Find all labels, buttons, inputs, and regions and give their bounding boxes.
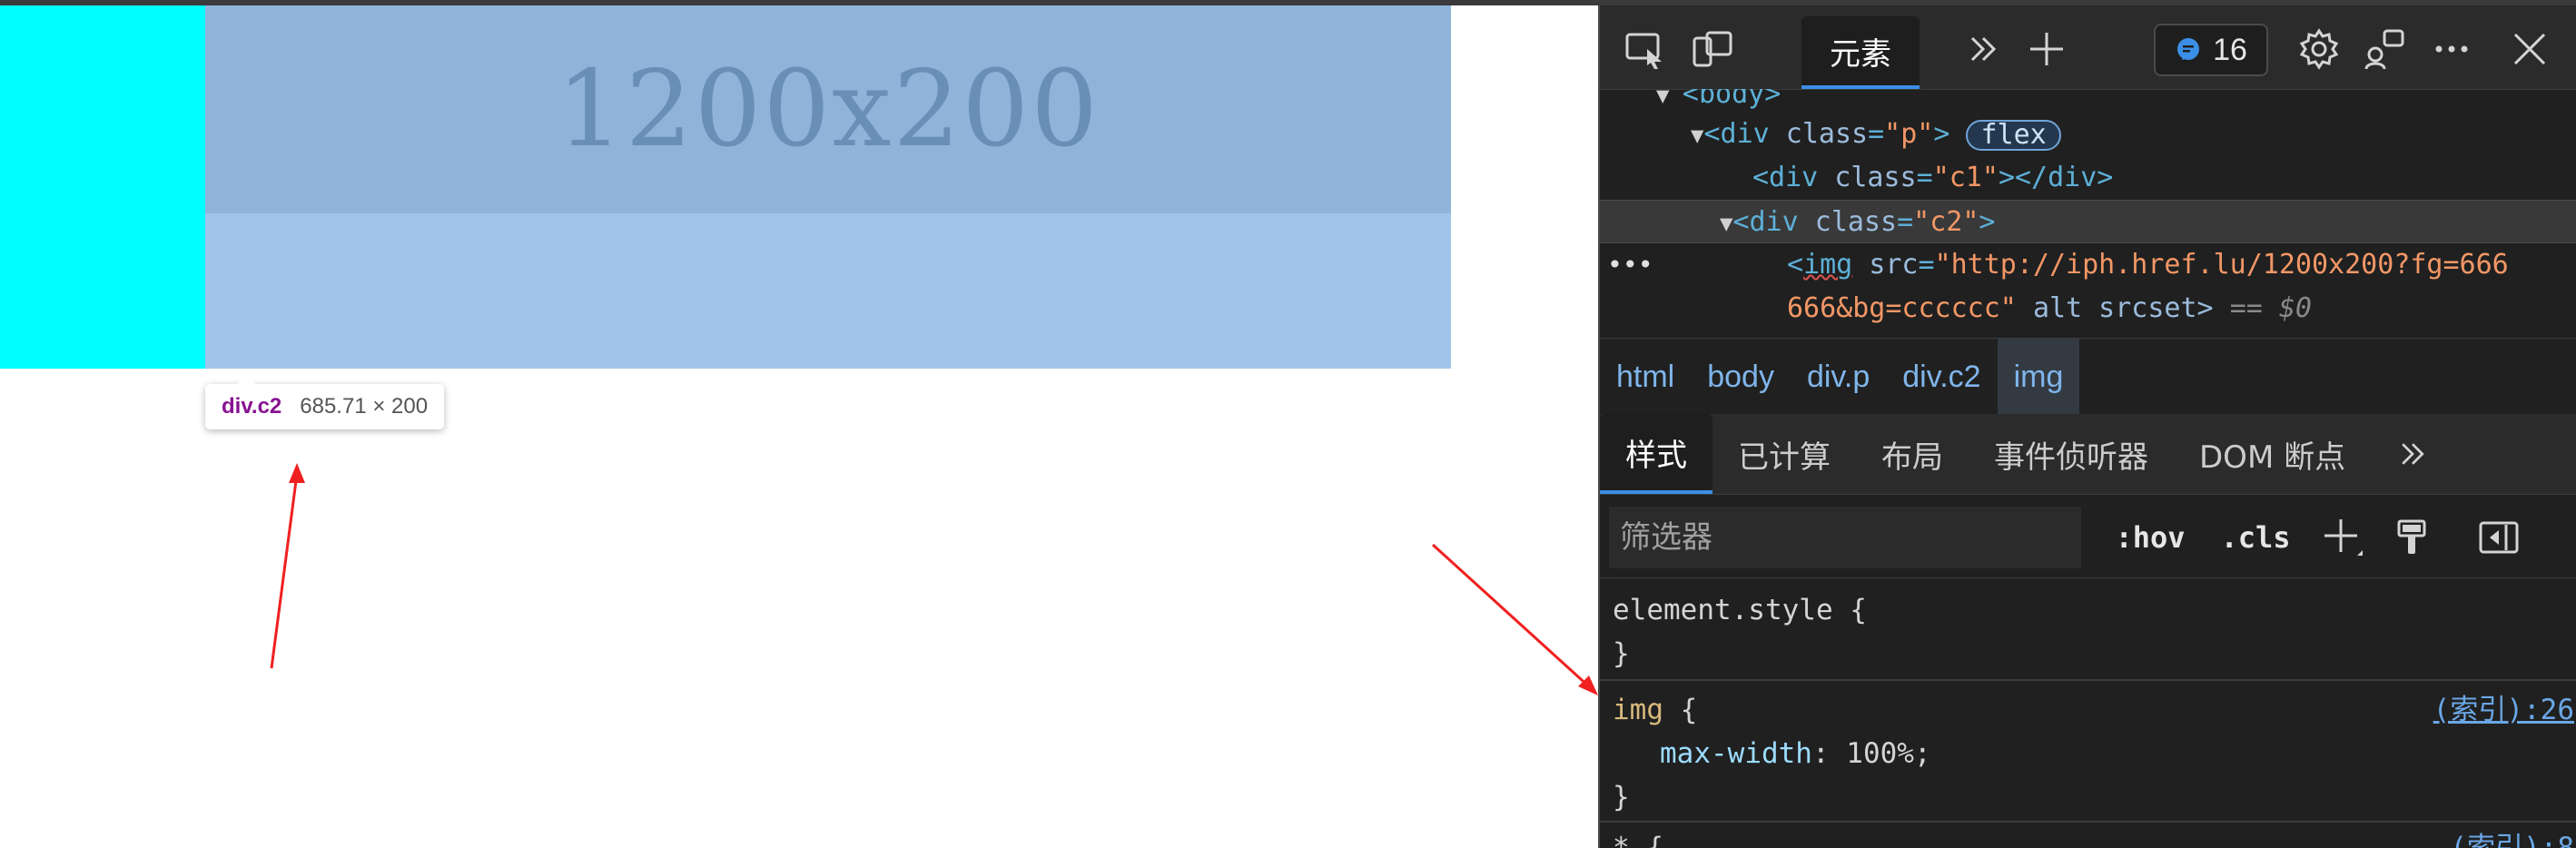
red-arrow-up bbox=[270, 463, 305, 669]
expand-triangle-icon[interactable]: ▼ bbox=[1720, 211, 1732, 236]
add-tab-icon[interactable] bbox=[2025, 27, 2068, 71]
img-rule-source-link[interactable]: (索引):26 bbox=[2433, 688, 2574, 732]
div-c1-box bbox=[0, 5, 205, 369]
hov-button[interactable]: :hov bbox=[2110, 512, 2190, 563]
flex-badge[interactable]: flex bbox=[1966, 119, 2061, 151]
dom-node-img-cont[interactable]: 666&bg=cccccc" alt srcset> == $0 bbox=[1600, 287, 2576, 330]
dom-node-div-c2[interactable]: ▼<div class="c2"> bbox=[1600, 200, 2576, 243]
tooltip-selector: div.c2 bbox=[222, 394, 282, 419]
element-style-open[interactable]: element.style { bbox=[1613, 588, 1867, 632]
breadcrumb-html[interactable]: html bbox=[1600, 339, 1691, 415]
red-arrow-right bbox=[1431, 543, 1598, 695]
rule-divider bbox=[1600, 821, 2576, 823]
styles-filter-input[interactable] bbox=[1609, 507, 2081, 568]
styles-filter-row: :hov .cls bbox=[1600, 496, 2576, 578]
dom-node-div-p[interactable]: ▼<div class="p"> flex bbox=[1600, 113, 2576, 156]
breadcrumb-img[interactable]: img bbox=[1997, 339, 2080, 415]
device-emulation-icon[interactable] bbox=[1691, 27, 1734, 71]
page-viewport: 1200x200 div.c2 685.71 × 200 bbox=[0, 5, 1598, 848]
placeholder-image: 1200x200 bbox=[205, 5, 1451, 213]
selected-node-marker: == $0 bbox=[2229, 292, 2312, 324]
devtools-panel: 元素 16 ▼ <body> ▼<div class="p"> flex <di… bbox=[1598, 5, 2576, 848]
more-tabs-icon[interactable] bbox=[1961, 27, 2005, 71]
inspect-icon[interactable] bbox=[1624, 27, 1667, 71]
issues-button[interactable]: 16 bbox=[2154, 24, 2268, 76]
dom-node-img[interactable]: ••• <img src="http://iph.href.lu/1200x20… bbox=[1600, 243, 2576, 287]
breadcrumb: html body div.p div.c2 img bbox=[1600, 338, 2576, 416]
tooltip-dimensions: 685.71 × 200 bbox=[300, 394, 429, 419]
universal-rule-source-link[interactable]: (索引):8 bbox=[2450, 826, 2574, 848]
div-c2-box: 1200x200 bbox=[205, 5, 1451, 369]
node-actions-icon[interactable]: ••• bbox=[1607, 243, 1653, 287]
cls-button[interactable]: .cls bbox=[2216, 512, 2295, 563]
styles-pane: element.style { } img { (索引):26 max-widt… bbox=[1600, 579, 2576, 848]
tab-layout[interactable]: 布局 bbox=[1856, 414, 1969, 494]
toggle-sidebar-icon[interactable] bbox=[2473, 512, 2524, 563]
tab-event-listeners[interactable]: 事件侦听器 bbox=[1969, 414, 2174, 494]
issues-count: 16 bbox=[2213, 32, 2247, 67]
tooltip-caret bbox=[238, 375, 256, 384]
inspect-tooltip: div.c2 685.71 × 200 bbox=[205, 375, 445, 429]
settings-icon[interactable] bbox=[2297, 27, 2341, 71]
img-rule-header[interactable]: img { bbox=[1613, 688, 1697, 732]
breadcrumb-div-p[interactable]: div.p bbox=[1791, 339, 1886, 415]
dom-node-div-c1[interactable]: <div class="c1"></div> bbox=[1600, 156, 2576, 200]
tab-computed[interactable]: 已计算 bbox=[1712, 414, 1856, 494]
devtools-toolbar: 元素 16 bbox=[1600, 5, 2576, 90]
max-width-property: max-width bbox=[1660, 737, 1812, 770]
more-options-icon[interactable] bbox=[2430, 27, 2473, 71]
new-style-rule-icon[interactable] bbox=[2317, 512, 2368, 563]
breadcrumb-body[interactable]: body bbox=[1691, 339, 1791, 415]
more-panel-tabs-icon[interactable] bbox=[2371, 414, 2454, 494]
close-icon[interactable] bbox=[2508, 27, 2551, 71]
placeholder-image-label: 1200x200 bbox=[556, 48, 1100, 171]
dom-tree: ▼ <body> ▼<div class="p"> flex <div clas… bbox=[1600, 89, 2576, 339]
tab-dom-breakpoints[interactable]: DOM 断点 bbox=[2174, 414, 2371, 494]
expand-triangle-icon[interactable]: ▼ bbox=[1691, 123, 1703, 148]
breadcrumb-div-c2[interactable]: div.c2 bbox=[1886, 339, 1997, 415]
tab-elements[interactable]: 元素 bbox=[1801, 16, 1920, 89]
paint-icon[interactable] bbox=[2386, 512, 2437, 563]
element-style-close: } bbox=[1613, 637, 1630, 670]
styles-panel-tabs: 样式 已计算 布局 事件侦听器 DOM 断点 bbox=[1600, 414, 2576, 495]
tab-styles[interactable]: 样式 bbox=[1600, 414, 1712, 494]
img-rule-selector: img bbox=[1613, 694, 1663, 726]
rule-divider bbox=[1600, 679, 2576, 681]
max-width-value: : 100%; bbox=[1811, 737, 1931, 770]
universal-rule-header[interactable]: * { bbox=[1613, 826, 1663, 848]
img-rule-close: } bbox=[1613, 781, 1630, 813]
feedback-icon[interactable] bbox=[2363, 27, 2406, 71]
max-width-declaration[interactable]: max-width: 100%; bbox=[1660, 732, 1931, 775]
issues-icon bbox=[2177, 38, 2200, 60]
